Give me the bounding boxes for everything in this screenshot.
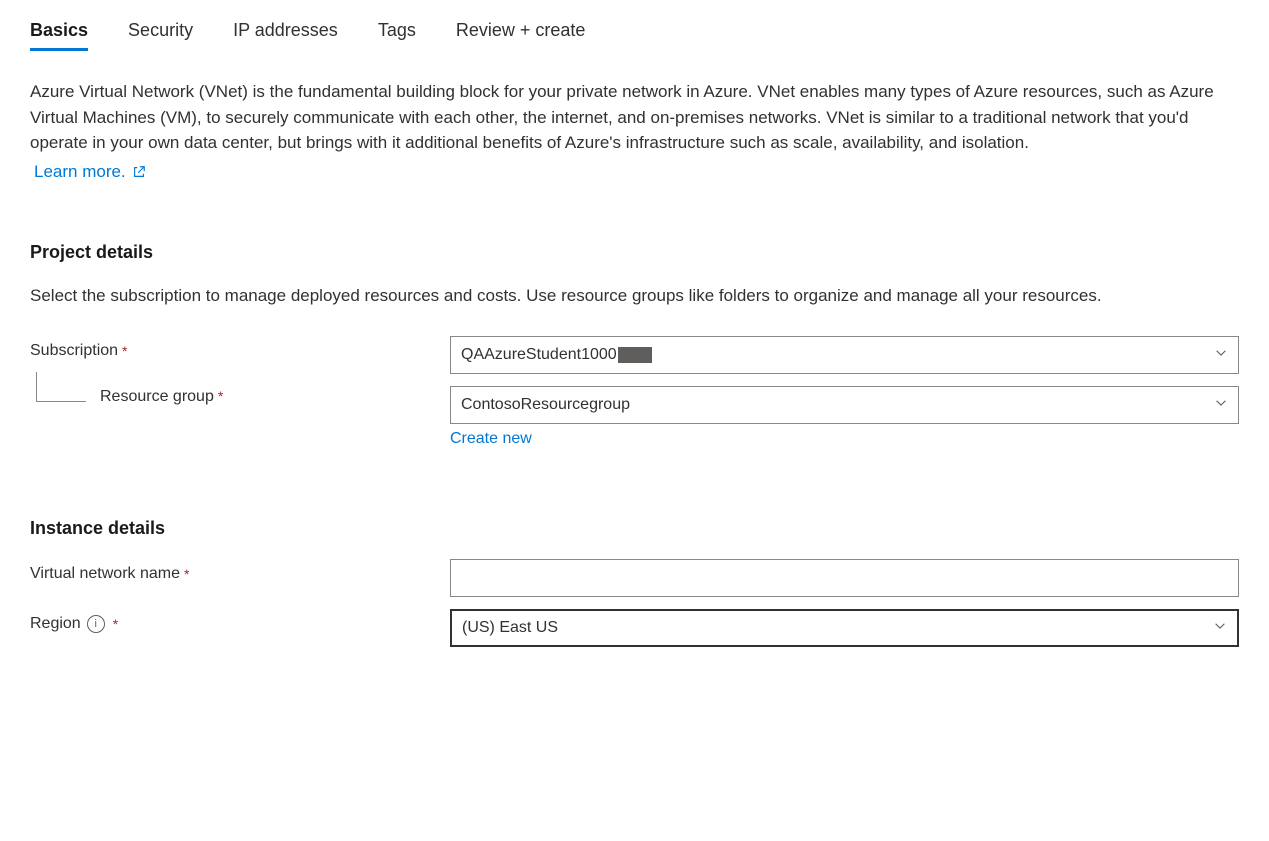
subscription-value: QAAzureStudent1000 — [461, 346, 617, 364]
tab-tags[interactable]: Tags — [378, 20, 416, 51]
region-label: Region — [30, 615, 81, 633]
chevron-down-icon — [1214, 346, 1228, 365]
external-link-icon — [132, 165, 146, 179]
project-details-description: Select the subscription to manage deploy… — [30, 283, 1239, 309]
project-details-heading: Project details — [30, 242, 1239, 263]
vnet-name-label: Virtual network name — [30, 565, 180, 583]
resource-group-label: Resource group — [100, 388, 214, 406]
resource-group-row: Resource group * ContosoResourcegroup Cr… — [30, 386, 1239, 448]
tab-review-create[interactable]: Review + create — [456, 20, 586, 51]
required-indicator: * — [218, 388, 223, 404]
intro-text: Azure Virtual Network (VNet) is the fund… — [30, 79, 1239, 156]
vnet-name-input[interactable] — [450, 559, 1239, 597]
tabs-bar: Basics Security IP addresses Tags Review… — [30, 20, 1239, 51]
instance-details-heading: Instance details — [30, 518, 1239, 539]
resource-group-value: ContosoResourcegroup — [461, 396, 630, 414]
chevron-down-icon — [1213, 619, 1227, 638]
hierarchy-connector — [36, 372, 86, 402]
region-row: Region i * (US) East US — [30, 609, 1239, 647]
chevron-down-icon — [1214, 396, 1228, 415]
resource-group-select[interactable]: ContosoResourcegroup — [450, 386, 1239, 424]
region-select[interactable]: (US) East US — [450, 609, 1239, 647]
subscription-select[interactable]: QAAzureStudent1000 — [450, 336, 1239, 374]
learn-more-link[interactable]: Learn more. — [34, 162, 146, 182]
create-new-link[interactable]: Create new — [450, 430, 532, 448]
redacted-text — [618, 347, 652, 363]
info-icon[interactable]: i — [87, 615, 105, 633]
tab-basics[interactable]: Basics — [30, 20, 88, 51]
tab-security[interactable]: Security — [128, 20, 193, 51]
vnet-name-row: Virtual network name * — [30, 559, 1239, 597]
tab-ip-addresses[interactable]: IP addresses — [233, 20, 338, 51]
required-indicator: * — [113, 616, 118, 632]
required-indicator: * — [122, 343, 127, 359]
required-indicator: * — [184, 566, 189, 582]
region-value: (US) East US — [462, 619, 558, 637]
learn-more-label: Learn more. — [34, 162, 126, 182]
subscription-row: Subscription * QAAzureStudent1000 — [30, 336, 1239, 374]
subscription-label: Subscription — [30, 342, 118, 360]
